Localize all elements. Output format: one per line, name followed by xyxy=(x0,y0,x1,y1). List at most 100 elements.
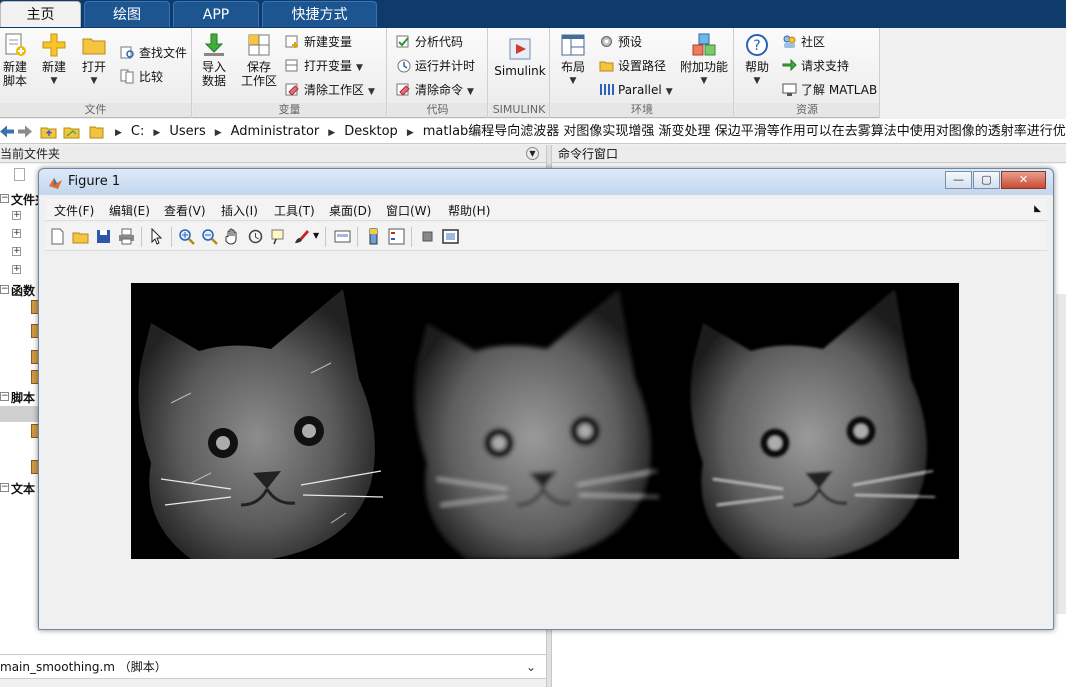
back-arrow-icon[interactable] xyxy=(0,123,15,140)
clear-commands-button[interactable]: 清除命令 ▼ xyxy=(396,81,474,99)
expand-toggle-icon[interactable]: + xyxy=(12,265,21,274)
open-variable-button[interactable]: 打开变量 ▼ xyxy=(285,57,363,75)
parallel-button[interactable]: Parallel ▼ xyxy=(599,81,673,99)
menu-tools[interactable]: 工具(T) xyxy=(274,202,315,219)
menu-insert[interactable]: 插入(I) xyxy=(221,202,258,219)
menu-help[interactable]: 帮助(H) xyxy=(448,202,490,219)
figure-window[interactable]: Figure 1 — ▢ ✕ 文件(F) 编辑(E) 查看(V) 插入(I) 工… xyxy=(38,168,1054,630)
new-figure-icon[interactable] xyxy=(49,228,66,245)
maximize-button[interactable]: ▢ xyxy=(973,171,1000,189)
tree-group-scripts[interactable]: 脚本 xyxy=(11,389,35,406)
new-plus-icon xyxy=(42,33,66,57)
breadcrumb-item[interactable]: Administrator xyxy=(231,119,320,143)
breadcrumb-item[interactable]: Users xyxy=(169,119,205,143)
pan-hand-icon[interactable] xyxy=(224,228,241,245)
current-folder-title: 当前文件夹 xyxy=(0,147,61,161)
open-file-icon[interactable] xyxy=(72,228,89,245)
menu-file[interactable]: 文件(F) xyxy=(54,202,94,219)
help-question-icon: ? xyxy=(746,34,768,56)
request-support-button[interactable]: 请求支持 xyxy=(782,57,849,75)
expand-toggle-icon[interactable]: + xyxy=(12,211,21,220)
ribbon: 新建 脚本 新建 ▼ 打开 ▼ 查找文件 比较 文件 导入 数据 保存 工作区 新建变量 xyxy=(0,28,1066,118)
menu-view[interactable]: 查看(V) xyxy=(164,202,206,219)
new-variable-button[interactable]: 新建变量 xyxy=(285,33,352,51)
tree-group-functions[interactable]: 函数 xyxy=(11,282,35,299)
chevron-down-icon[interactable]: ▼ xyxy=(313,231,319,240)
breadcrumb-separator-icon: ▶ xyxy=(406,128,414,138)
collapse-toggle-icon[interactable]: − xyxy=(0,483,9,492)
preferences-button[interactable]: 预设 xyxy=(599,33,642,51)
figure-title-bar[interactable]: Figure 1 — ▢ ✕ xyxy=(39,169,1053,195)
collapse-toggle-icon[interactable]: − xyxy=(0,194,9,203)
pointer-arrow-icon[interactable] xyxy=(148,228,165,245)
command-window-header: 命令行窗口 xyxy=(552,145,1066,163)
colorbar-icon[interactable] xyxy=(365,228,382,245)
image-original xyxy=(131,283,407,559)
scrollbar[interactable] xyxy=(1056,294,1066,614)
path-folder-icon xyxy=(599,61,614,72)
find-files-button[interactable]: 查找文件 xyxy=(120,44,187,62)
new-script-button[interactable]: 新建 脚本 xyxy=(0,32,30,88)
zoom-out-icon[interactable] xyxy=(201,228,218,245)
hide-plot-tools-icon[interactable] xyxy=(419,228,436,245)
browse-folder-icon[interactable] xyxy=(63,123,80,140)
breadcrumb-item[interactable]: C: xyxy=(131,119,144,143)
tab-plots[interactable]: 绘图 xyxy=(84,1,170,27)
figure-canvas[interactable] xyxy=(45,253,1047,625)
workspace-grid-icon xyxy=(248,34,270,56)
close-button[interactable]: ✕ xyxy=(1001,171,1046,189)
collapse-toggle-icon[interactable]: − xyxy=(0,392,9,401)
menu-desktop[interactable]: 桌面(D) xyxy=(329,202,372,219)
simulink-button[interactable]: Simulink xyxy=(493,36,547,78)
expand-toggle-icon[interactable]: + xyxy=(12,229,21,238)
help-button[interactable]: ? 帮助 ▼ xyxy=(741,32,773,88)
open-button[interactable]: 打开 ▼ xyxy=(78,32,110,88)
minimize-button[interactable]: — xyxy=(945,171,972,189)
layout-button[interactable]: 布局 ▼ xyxy=(557,32,589,88)
tree-group-text[interactable]: 文本 xyxy=(11,480,35,497)
zoom-in-icon[interactable] xyxy=(178,228,195,245)
clear-workspace-button[interactable]: 清除工作区 ▼ xyxy=(285,81,375,99)
community-people-icon xyxy=(783,35,796,48)
run-and-time-button[interactable]: 运行并计时 xyxy=(396,57,475,75)
add-ons-button[interactable]: 附加功能 ▼ xyxy=(679,32,729,88)
brush-icon[interactable] xyxy=(293,228,310,245)
panel-menu-chevron-icon[interactable]: ▼ xyxy=(526,147,539,160)
up-folder-icon[interactable] xyxy=(40,123,57,140)
breadcrumb-item[interactable]: Desktop xyxy=(344,119,398,143)
breadcrumb-separator-icon: ▶ xyxy=(115,128,122,138)
open-folder-icon xyxy=(82,38,106,55)
breadcrumb-item[interactable]: matlab编程导向滤波器 对图像实现增强 渐变处理 保边平滑等作用可以在去雾算… xyxy=(423,119,1066,143)
chevron-down-icon[interactable]: ⌄ xyxy=(526,655,536,679)
expand-toggle-icon[interactable]: + xyxy=(12,247,21,256)
import-data-button[interactable]: 导入 数据 xyxy=(199,32,229,88)
data-cursor-icon[interactable] xyxy=(270,228,287,245)
community-button[interactable]: 社区 xyxy=(782,33,825,51)
save-workspace-button[interactable]: 保存 工作区 xyxy=(239,32,279,88)
new-variable-icon xyxy=(285,35,298,48)
collapse-toggle-icon[interactable]: − xyxy=(0,285,9,294)
rotate-3d-icon[interactable] xyxy=(247,228,264,245)
show-plot-tools-icon[interactable] xyxy=(442,228,459,245)
menu-edit[interactable]: 编辑(E) xyxy=(109,202,150,219)
menu-window[interactable]: 窗口(W) xyxy=(386,202,431,219)
save-icon[interactable] xyxy=(95,228,112,245)
parallel-icon xyxy=(600,84,614,95)
dock-arrow-icon[interactable]: ◣ xyxy=(1034,204,1041,214)
print-icon[interactable] xyxy=(118,228,135,245)
link-plot-icon[interactable] xyxy=(334,228,351,245)
forward-arrow-icon[interactable] xyxy=(17,123,34,140)
new-button[interactable]: 新建 ▼ xyxy=(38,32,70,88)
tab-shortcuts[interactable]: 快捷方式 xyxy=(262,1,377,27)
set-path-button[interactable]: 设置路径 xyxy=(599,57,666,75)
chevron-down-icon: ▼ xyxy=(368,87,375,97)
legend-icon[interactable] xyxy=(388,228,405,245)
analyze-code-button[interactable]: 分析代码 xyxy=(396,33,463,51)
learn-matlab-button[interactable]: 了解 MATLAB xyxy=(782,81,877,99)
tab-apps[interactable]: APP xyxy=(173,1,259,27)
selected-row[interactable] xyxy=(0,406,38,422)
eraser-icon xyxy=(396,83,410,96)
image-axes[interactable] xyxy=(131,283,959,559)
compare-button[interactable]: 比较 xyxy=(120,68,163,86)
tab-home[interactable]: 主页 xyxy=(0,1,81,27)
